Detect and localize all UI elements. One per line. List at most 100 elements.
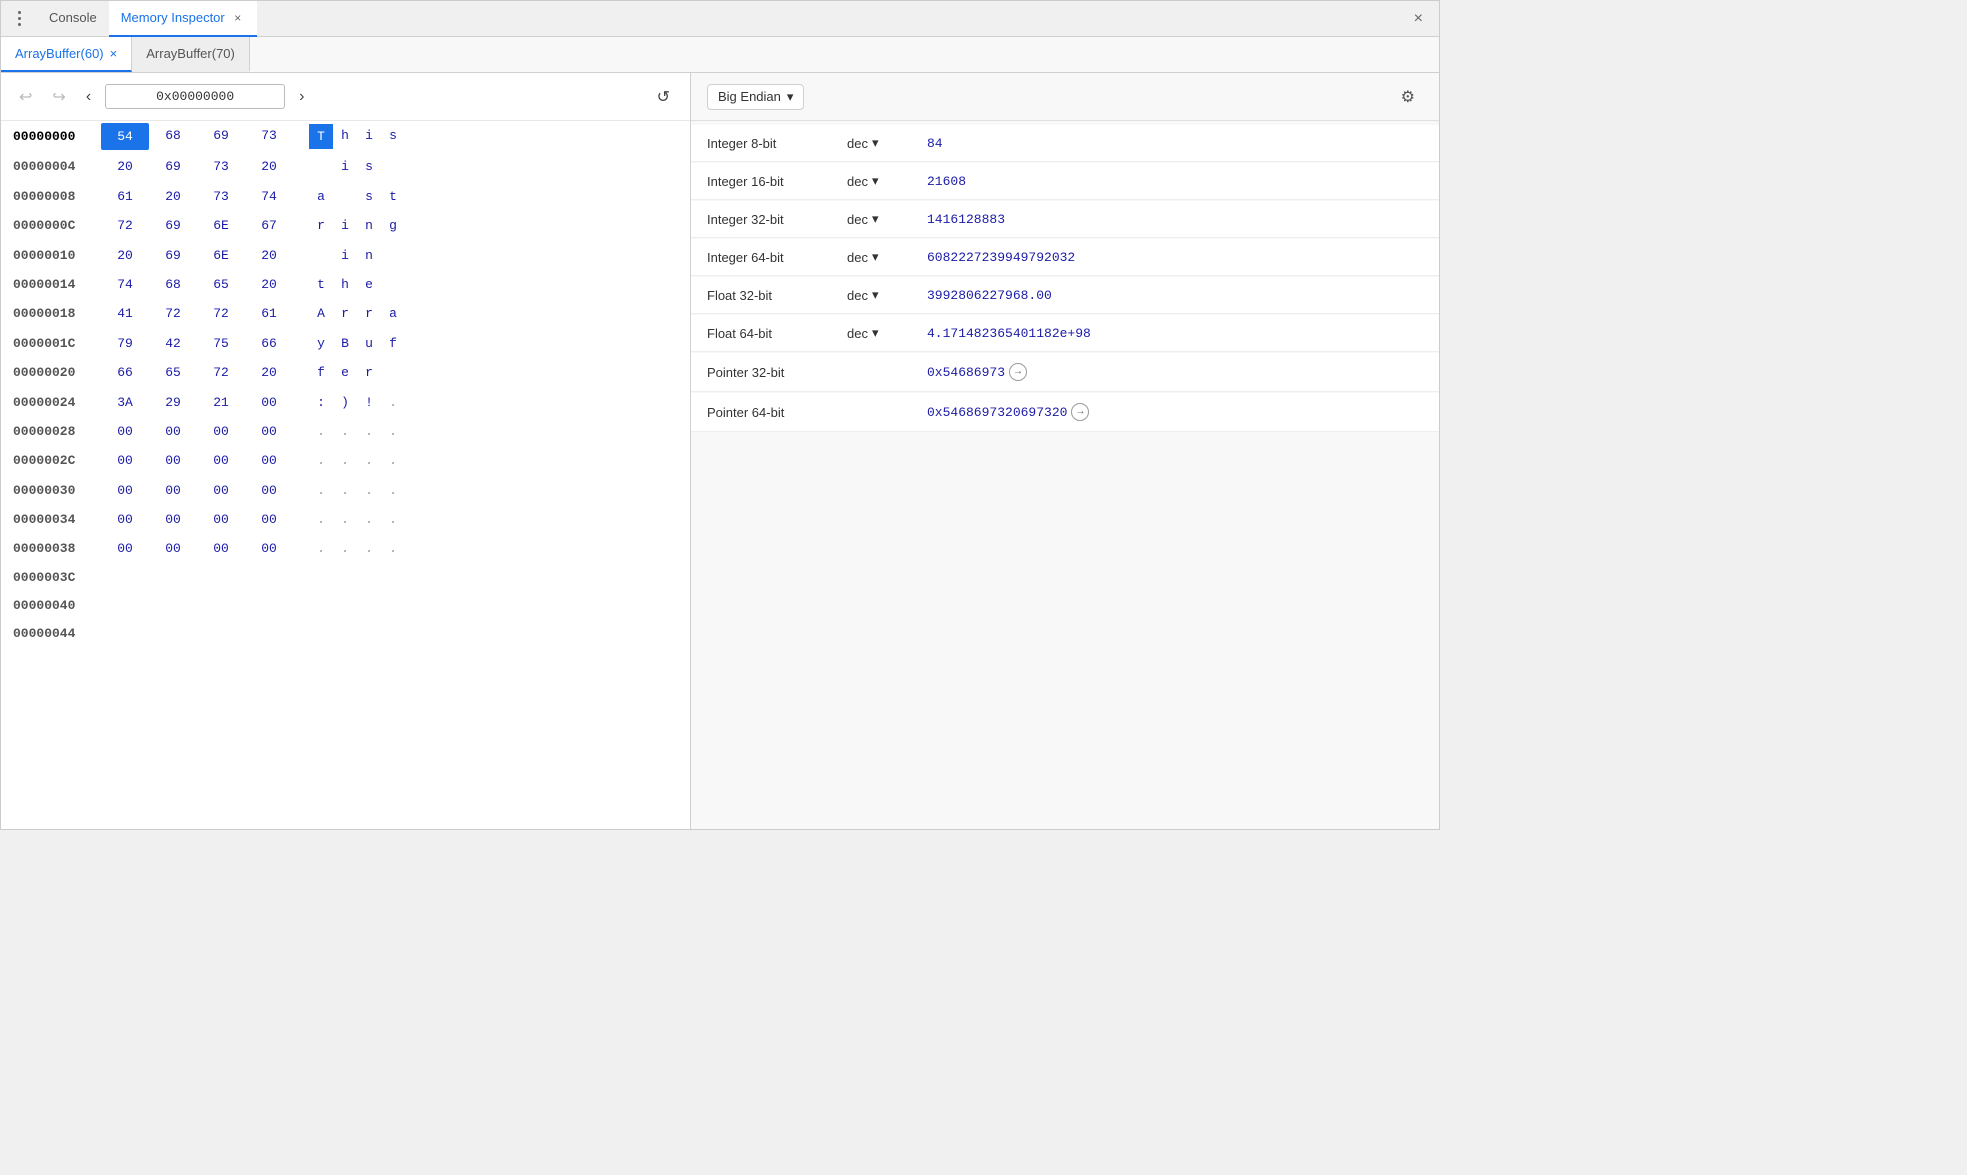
ascii-char[interactable]: . <box>381 449 405 472</box>
hex-byte[interactable]: 20 <box>245 154 293 179</box>
hex-byte[interactable]: 00 <box>197 419 245 444</box>
hex-byte[interactable]: 65 <box>149 360 197 385</box>
format-select[interactable]: dec▾ <box>847 325 927 341</box>
hex-byte[interactable]: 3A <box>101 390 149 415</box>
ascii-char[interactable]: s <box>381 124 405 149</box>
ascii-char[interactable]: . <box>333 537 357 560</box>
hex-byte[interactable]: 00 <box>101 419 149 444</box>
ascii-char[interactable]: . <box>381 508 405 531</box>
hex-byte[interactable]: 20 <box>101 243 149 268</box>
hex-byte[interactable]: 00 <box>245 419 293 444</box>
hex-byte[interactable]: 00 <box>197 448 245 473</box>
hex-byte[interactable]: 00 <box>101 536 149 561</box>
ascii-char[interactable]: . <box>309 420 333 443</box>
hex-byte[interactable]: 75 <box>197 331 245 356</box>
hex-byte[interactable]: 20 <box>245 360 293 385</box>
hex-byte[interactable]: 68 <box>149 272 197 297</box>
hex-byte[interactable]: 00 <box>149 419 197 444</box>
format-select[interactable]: dec▾ <box>847 287 927 303</box>
ascii-char[interactable]: i <box>333 155 357 178</box>
ascii-char[interactable]: . <box>381 537 405 560</box>
tab-memory-inspector-close[interactable]: × <box>231 11 245 25</box>
hex-byte[interactable]: 68 <box>149 123 197 150</box>
ascii-char[interactable] <box>381 273 405 296</box>
hex-byte[interactable]: 69 <box>149 213 197 238</box>
ascii-char[interactable]: t <box>309 273 333 296</box>
ascii-char[interactable] <box>309 244 333 267</box>
format-select[interactable]: dec▾ <box>847 211 927 227</box>
hex-byte[interactable]: 72 <box>197 360 245 385</box>
value-format-selector[interactable]: dec▾ <box>847 211 927 227</box>
ascii-char[interactable] <box>381 244 405 267</box>
ascii-char[interactable]: i <box>357 124 381 149</box>
pointer-navigate-button[interactable]: → <box>1009 363 1027 381</box>
hex-byte[interactable]: 00 <box>101 507 149 532</box>
ascii-char[interactable]: u <box>357 332 381 355</box>
format-select[interactable]: dec▾ <box>847 135 927 151</box>
ascii-char[interactable]: . <box>381 479 405 502</box>
ascii-char[interactable]: e <box>333 361 357 384</box>
hex-byte[interactable]: 74 <box>245 184 293 209</box>
ascii-char[interactable]: g <box>381 214 405 237</box>
hex-byte[interactable]: 41 <box>101 301 149 326</box>
hex-byte[interactable]: 72 <box>101 213 149 238</box>
hex-byte[interactable]: 66 <box>101 360 149 385</box>
ascii-char[interactable]: B <box>333 332 357 355</box>
buffer-tab-60-close[interactable]: × <box>110 46 118 61</box>
back-button[interactable]: ↩ <box>13 83 38 111</box>
hex-byte[interactable]: 00 <box>197 478 245 503</box>
hex-byte[interactable]: 00 <box>197 536 245 561</box>
address-input[interactable] <box>105 84 285 109</box>
gear-button[interactable]: ⚙ <box>1393 83 1423 111</box>
ascii-char[interactable]: r <box>333 302 357 325</box>
hex-byte[interactable]: 00 <box>101 478 149 503</box>
ascii-char[interactable]: . <box>357 420 381 443</box>
refresh-button[interactable]: ↺ <box>649 83 678 111</box>
ascii-char[interactable]: r <box>357 361 381 384</box>
value-format-selector[interactable]: dec▾ <box>847 135 927 151</box>
value-format-selector[interactable]: dec▾ <box>847 249 927 265</box>
ascii-char[interactable]: . <box>357 508 381 531</box>
hex-byte[interactable]: 79 <box>101 331 149 356</box>
hex-byte[interactable]: 6E <box>197 213 245 238</box>
ascii-char[interactable]: e <box>357 273 381 296</box>
hex-byte[interactable]: 20 <box>101 154 149 179</box>
next-page-button[interactable]: › <box>293 84 310 110</box>
ascii-char[interactable]: r <box>357 302 381 325</box>
ascii-char[interactable]: . <box>333 449 357 472</box>
ascii-char[interactable]: f <box>309 361 333 384</box>
hex-byte[interactable]: 00 <box>245 448 293 473</box>
ascii-char[interactable]: i <box>333 244 357 267</box>
ascii-char[interactable]: . <box>333 479 357 502</box>
hex-byte[interactable]: 61 <box>101 184 149 209</box>
format-select[interactable]: dec▾ <box>847 173 927 189</box>
ascii-char[interactable]: . <box>309 508 333 531</box>
ascii-char[interactable]: h <box>333 273 357 296</box>
value-format-selector[interactable]: dec▾ <box>847 325 927 341</box>
window-close-button[interactable]: × <box>1406 6 1431 32</box>
hex-byte[interactable]: 42 <box>149 331 197 356</box>
ascii-char[interactable]: . <box>309 537 333 560</box>
tab-memory-inspector[interactable]: Memory Inspector × <box>109 1 257 37</box>
ascii-char[interactable]: . <box>381 391 405 414</box>
hex-byte[interactable]: 61 <box>245 301 293 326</box>
value-format-selector[interactable]: dec▾ <box>847 173 927 189</box>
hex-byte[interactable]: 20 <box>245 272 293 297</box>
ascii-char[interactable]: a <box>381 302 405 325</box>
hex-byte[interactable]: 00 <box>245 536 293 561</box>
ascii-char[interactable]: s <box>357 185 381 208</box>
hex-byte[interactable]: 66 <box>245 331 293 356</box>
ascii-char[interactable] <box>333 185 357 208</box>
hex-byte[interactable]: 00 <box>149 536 197 561</box>
ascii-char[interactable]: . <box>357 449 381 472</box>
hex-byte[interactable]: 73 <box>197 154 245 179</box>
endian-dropdown[interactable]: Big Endian ▾ <box>707 84 804 110</box>
ascii-char[interactable]: i <box>333 214 357 237</box>
hex-byte[interactable]: 00 <box>101 448 149 473</box>
ascii-char[interactable]: . <box>309 449 333 472</box>
ascii-char[interactable]: . <box>381 420 405 443</box>
hex-byte[interactable]: 69 <box>149 154 197 179</box>
hex-byte[interactable]: 69 <box>197 123 245 150</box>
ascii-char[interactable]: . <box>357 537 381 560</box>
forward-button[interactable]: ↪ <box>46 83 71 111</box>
